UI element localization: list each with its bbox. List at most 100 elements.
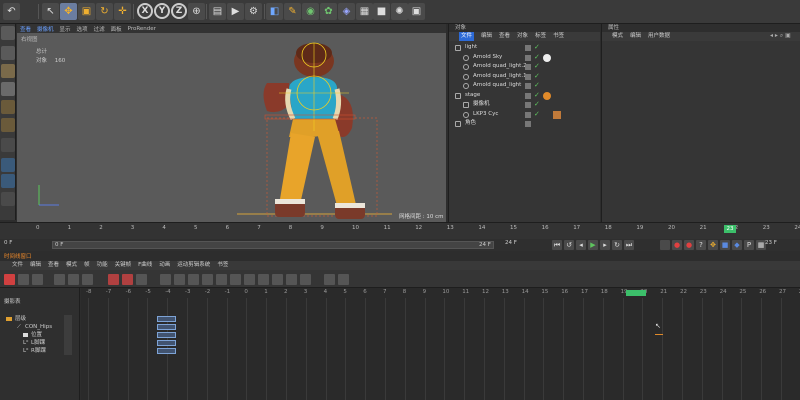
polygons-mode-icon[interactable] [1, 118, 15, 132]
rotate-icon[interactable]: ↻ [96, 3, 113, 20]
render-settings-icon[interactable]: ⚙ [245, 3, 262, 20]
autokey-icon[interactable]: ● [684, 240, 694, 250]
dope-menu-motion[interactable]: 运动剪辑系统 [177, 261, 210, 270]
key-position-icon[interactable]: ✥ [708, 240, 718, 250]
points-mode-icon[interactable] [1, 82, 15, 96]
model-mode-icon[interactable] [1, 46, 15, 60]
object-row-arnold-sky[interactable]: Arnold Sky ✓ [449, 53, 600, 63]
snap-icon[interactable] [54, 274, 65, 285]
visibility-icon[interactable] [525, 111, 531, 118]
am-menu-mode[interactable]: 模式 [612, 32, 623, 41]
zero-angle-icon[interactable] [286, 274, 297, 285]
viewport-menu-display[interactable]: 显示 [60, 25, 71, 33]
key-param-icon[interactable]: P [744, 240, 754, 250]
key-scale-icon[interactable]: ■ [720, 240, 730, 250]
visibility-icon[interactable] [525, 102, 531, 108]
viewport-menu-filter[interactable]: 过滤 [94, 25, 105, 33]
dope-menu-fcurves[interactable]: F曲线 [138, 261, 152, 270]
interp-linear-icon[interactable] [160, 274, 171, 285]
link-icon[interactable] [68, 274, 79, 285]
keyframe-icon[interactable] [32, 274, 43, 285]
frame-selected-icon[interactable] [338, 274, 349, 285]
character-model[interactable] [17, 33, 446, 222]
record-keys-icon[interactable] [660, 240, 670, 250]
dope-menu-view[interactable]: 查看 [48, 261, 59, 270]
ripple-icon[interactable] [82, 274, 93, 285]
current-frame-marker[interactable]: 23 [724, 225, 736, 233]
current-frame-highlight[interactable] [626, 290, 646, 296]
key-mode-icon[interactable] [108, 274, 119, 285]
viewport-menu-prorender[interactable]: ProRender [128, 26, 156, 32]
scene-icon[interactable]: ▦ [356, 3, 373, 20]
dope-menu-frame[interactable]: 帧 [84, 261, 90, 270]
move-icon[interactable]: ✥ [60, 3, 77, 20]
prev-frame-icon[interactable]: ◂ [576, 240, 586, 250]
camera-icon[interactable]: ■ [373, 3, 390, 20]
axis-icon[interactable] [1, 174, 15, 188]
frame-all-icon[interactable] [324, 274, 335, 285]
prev-key-icon[interactable]: ↺ [564, 240, 574, 250]
ease-both-icon[interactable] [230, 274, 241, 285]
keyframe[interactable] [157, 316, 176, 322]
visibility-icon[interactable] [525, 83, 531, 89]
viewport[interactable]: 查看 摄像机 显示 选项 过滤 面板 ProRender 右视图 总计 对象 1… [17, 24, 446, 222]
object-row-quad-light-2[interactable]: Arnold quad_light.2 ✓ [449, 62, 600, 72]
world-icon[interactable]: ⊕ [188, 3, 205, 20]
make-editable-icon[interactable] [1, 26, 15, 40]
enabled-check-icon[interactable]: ✓ [534, 53, 540, 63]
keyframe-selection-icon[interactable]: ? [696, 240, 706, 250]
next-frame-icon[interactable]: ▸ [600, 240, 610, 250]
am-nav-icons[interactable]: ◂ ▸ ⌕ ▣ [770, 32, 791, 40]
visibility-icon[interactable] [525, 73, 531, 80]
viewport-menu-view[interactable]: 查看 [20, 25, 31, 33]
light-icon[interactable]: ✺ [391, 3, 408, 20]
object-row-light[interactable]: light ✓ [449, 43, 600, 53]
visibility-icon[interactable] [525, 54, 531, 61]
edges-mode-icon[interactable] [1, 100, 15, 114]
workplane-icon[interactable] [1, 158, 15, 172]
keyframe[interactable] [157, 332, 176, 338]
plus-icon[interactable]: ✛ [114, 3, 131, 20]
dope-menu-keys[interactable]: 关键帧 [115, 261, 132, 270]
enabled-check-icon[interactable]: ✓ [534, 100, 540, 110]
enabled-check-icon[interactable]: ✓ [534, 62, 540, 72]
cube-icon[interactable]: ◧ [266, 3, 283, 20]
viewport-menu-options[interactable]: 选项 [77, 25, 88, 33]
x-axis-icon[interactable]: X [137, 3, 153, 19]
object-row-stage[interactable]: stage ✓ [449, 91, 600, 101]
keyframe[interactable] [157, 348, 176, 354]
object-row-quad-light[interactable]: Arnold quad_light ✓ [449, 81, 600, 91]
goto-start-icon[interactable]: ⏮ [552, 240, 562, 250]
cloner-icon[interactable]: ✿ [320, 3, 337, 20]
record-icon[interactable]: ● [672, 240, 682, 250]
dope-menu-file[interactable]: 文件 [12, 261, 23, 270]
om-menu-objects[interactable]: 对象 [517, 32, 528, 41]
subdivide-icon[interactable]: ◉ [302, 3, 319, 20]
z-axis-icon[interactable]: Z [171, 3, 187, 19]
render-view-icon[interactable]: ▤ [209, 3, 226, 20]
object-row-cyc[interactable]: LKP3 Cyc ✓ [449, 110, 600, 120]
next-key-icon[interactable]: ↻ [612, 240, 622, 250]
current-frame-field[interactable]: 23 F [765, 240, 777, 246]
y-axis-icon[interactable]: Y [154, 3, 170, 19]
texture-mode-icon[interactable] [1, 64, 15, 78]
pen-icon[interactable]: ✎ [284, 3, 301, 20]
visibility-icon[interactable] [525, 92, 531, 99]
keyframe[interactable] [157, 340, 176, 346]
interp-spline-icon[interactable] [188, 274, 199, 285]
keyframe[interactable] [157, 324, 176, 330]
dope-menu-bookmarks[interactable]: 书签 [217, 261, 228, 270]
enabled-check-icon[interactable]: ✓ [534, 72, 540, 82]
enabled-check-icon[interactable]: ✓ [534, 43, 540, 53]
deformer-icon[interactable]: ◈ [338, 3, 355, 20]
material-tag-icon[interactable] [543, 53, 551, 62]
enabled-check-icon[interactable]: ✓ [534, 91, 540, 101]
visibility-icon[interactable] [525, 121, 531, 127]
dope-menu-animation[interactable]: 动画 [159, 261, 170, 270]
dopesheet-grid[interactable]: -8 -7 -6 -5 -4 -3 -2 -1 0 1 2 3 4 5 6 7 8 9 10 11 12 13 14 15 16… [81, 288, 800, 400]
om-menu-file[interactable]: 文件 [459, 32, 475, 41]
pointer-icon[interactable]: ↖ [42, 3, 59, 20]
key-icon[interactable] [18, 274, 29, 285]
tangent-icon[interactable] [244, 274, 255, 285]
dope-menu-edit[interactable]: 编辑 [30, 261, 41, 270]
